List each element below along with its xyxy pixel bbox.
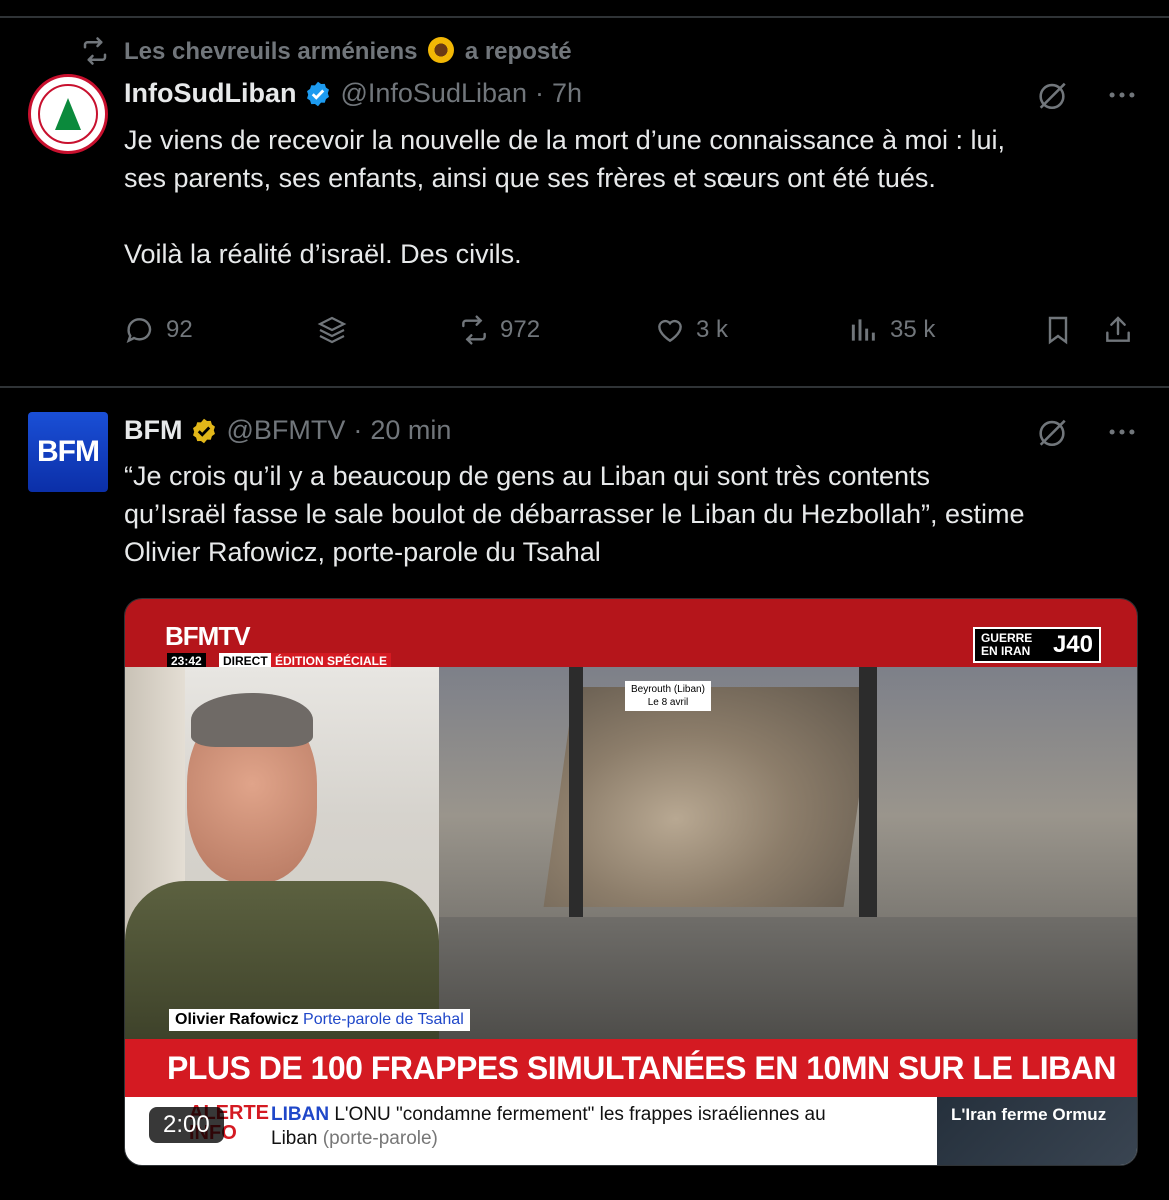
speaker-lower-third: Olivier Rafowicz Porte-parole de Tsahal <box>169 1009 470 1031</box>
infosudliban-avatar[interactable] <box>28 74 108 154</box>
repost-user[interactable]: Les chevreuils arméniens a reposté <box>124 36 572 66</box>
tweet1-text: Je viens de recevoir la nouvelle de la m… <box>124 121 1134 273</box>
tweet1-text-line: Je viens de recevoir la nouvelle de la m… <box>124 125 1005 155</box>
speaker-name: Olivier Rafowicz <box>175 1011 299 1028</box>
stack-button[interactable] <box>316 314 348 346</box>
video-duration[interactable]: 2:00 <box>149 1107 224 1143</box>
tweet1-text-line: Voilà la réalité d’israël. Des civils. <box>124 239 522 269</box>
bfm-avatar[interactable]: BFM <box>28 412 108 492</box>
tweet2-text-line: qu’Israël fasse le sale boulot de débarr… <box>124 499 1025 529</box>
video-guerre-badge: GUERRE EN IRAN J40 <box>972 627 1101 663</box>
tweet-divider <box>0 386 1169 388</box>
bfm-avatar-label: BFM <box>37 435 100 468</box>
video-headline: PLUS DE 100 FRAPPES SIMULTANÉES EN 10MN … <box>125 1039 1137 1097</box>
views-icon <box>851 319 875 341</box>
video-destruction-scene: Beyrouth (Liban) Le 8 avril <box>439 667 1137 1039</box>
tweet2-handle[interactable]: @BFMTV <box>226 415 345 446</box>
tweet2-text: “Je crois qu’il y a beaucoup de gens au … <box>124 457 1134 571</box>
repost-button[interactable]: 972 <box>458 314 540 346</box>
grok-icon[interactable] <box>1035 415 1069 449</box>
repost-indicator[interactable]: Les chevreuils arméniens a reposté <box>80 36 572 66</box>
tweet2-time[interactable]: 20 min <box>370 415 451 446</box>
reply-count: 92 <box>166 316 193 343</box>
like-button[interactable]: 3 k <box>654 314 728 346</box>
stack-icon <box>317 316 347 344</box>
like-icon <box>658 319 682 343</box>
video-player[interactable]: BFMTV 23:42 DIRECT ÉDITION SPÉCIALE GUER… <box>124 598 1138 1166</box>
video-speaker-frame <box>125 667 439 1039</box>
cedar-logo-icon <box>38 84 98 144</box>
share-icon <box>1106 316 1130 342</box>
tweet1-actions: 92 972 3 k 35 k <box>124 308 1139 356</box>
tweet2-header-actions <box>1035 415 1139 449</box>
tweet1-text-line: ses parents, ses enfants, ainsi que ses … <box>124 163 936 193</box>
like-count: 3 k <box>696 316 729 343</box>
share-button[interactable] <box>1102 314 1134 346</box>
separator-dot: · <box>535 78 545 108</box>
tweet2-text-line: Olivier Rafowicz, porte-parole du Tsahal <box>124 537 601 567</box>
separator-dot: · <box>353 415 363 445</box>
more-icon[interactable] <box>1105 78 1139 112</box>
tweet1-time[interactable]: 7h <box>552 78 582 109</box>
tweet1-author-name[interactable]: InfoSudLiban <box>124 78 296 109</box>
tweet2-author-name[interactable]: BFM <box>124 415 182 446</box>
views-count: 35 k <box>890 316 936 343</box>
top-divider <box>0 16 1169 18</box>
views-button[interactable]: 35 k <box>848 314 935 346</box>
rubble-image <box>543 687 875 907</box>
tweet1-header-actions <box>1035 78 1139 112</box>
verified-badge-icon[interactable] <box>304 80 332 108</box>
tweet1-header: InfoSudLiban @InfoSudLiban · 7h <box>124 78 582 109</box>
video-ticker: ALERTE INFO LIBAN L'ONU "condamne fermem… <box>125 1097 1137 1165</box>
video-channel-logo: BFMTV <box>165 621 251 651</box>
repost-count: 972 <box>500 316 541 343</box>
speaker-role: Porte-parole de Tsahal <box>303 1011 464 1028</box>
repost-icon <box>83 37 107 65</box>
video-location-tag: Beyrouth (Liban) Le 8 avril <box>625 681 711 711</box>
ticker-text: LIBAN L'ONU "condamne fermement" les fra… <box>271 1104 826 1149</box>
grok-icon[interactable] <box>1035 78 1069 112</box>
sunflower-emoji-icon <box>428 36 455 63</box>
verified-badge-icon[interactable] <box>190 417 218 445</box>
ticker-side-panel: L'Iran ferme Ormuz <box>937 1097 1137 1165</box>
guerre-day: J40 <box>1052 631 1093 658</box>
reply-icon <box>126 318 152 344</box>
bookmark-icon <box>1048 316 1068 345</box>
reply-button[interactable]: 92 <box>124 314 193 346</box>
guerre-label: GUERRE EN IRAN <box>980 631 1033 658</box>
bookmark-button[interactable] <box>1042 314 1074 346</box>
more-icon[interactable] <box>1105 415 1139 449</box>
tweet2-text-line: “Je crois qu’il y a beaucoup de gens au … <box>124 461 931 491</box>
tweet1-handle[interactable]: @InfoSudLiban <box>340 78 527 109</box>
repost-icon <box>462 315 486 345</box>
tweet2-header: BFM @BFMTV · 20 min <box>124 415 451 446</box>
